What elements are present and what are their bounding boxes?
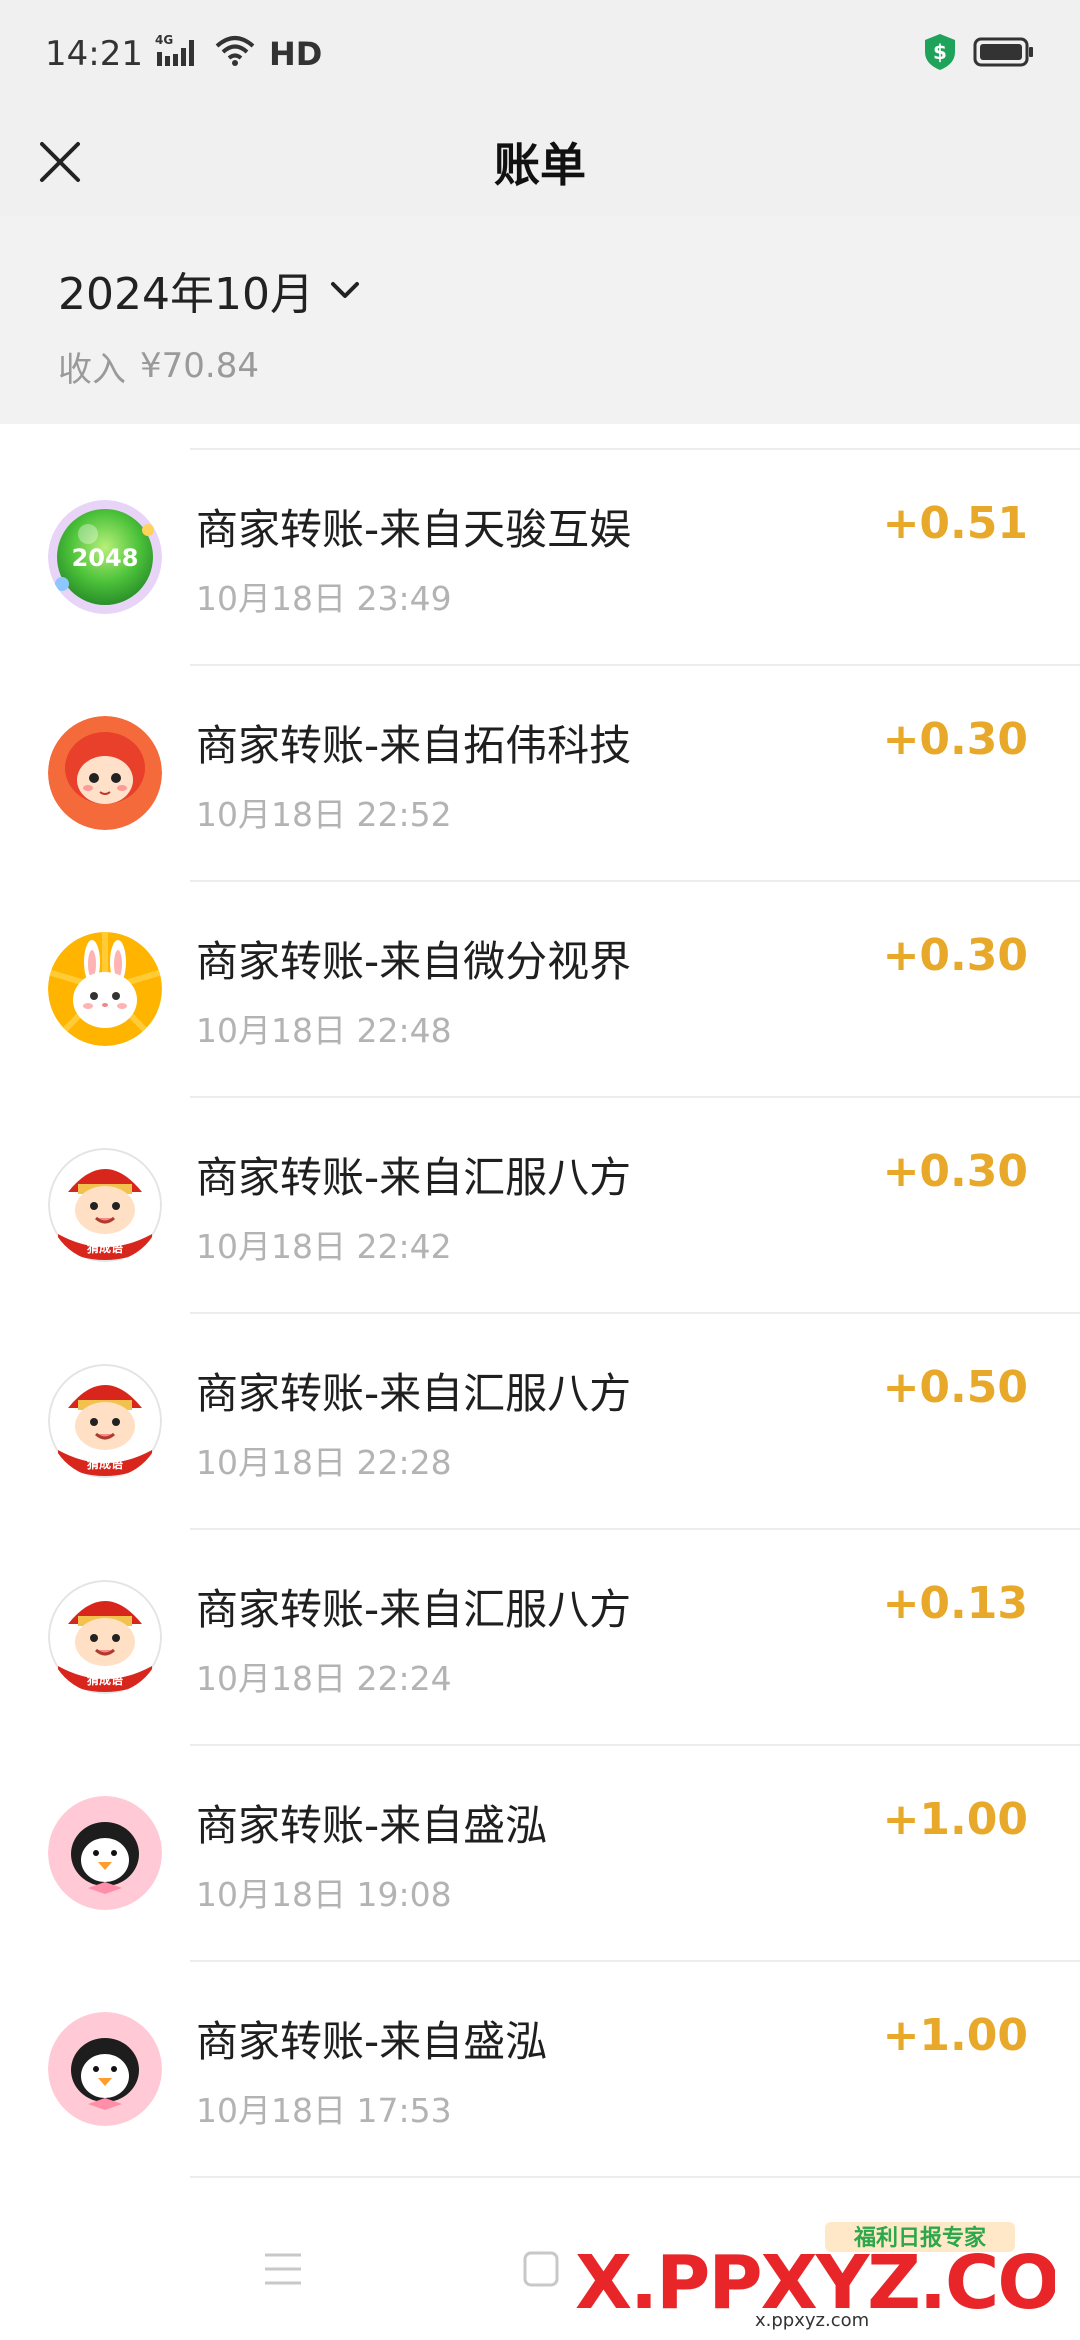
network-type-text: 4G bbox=[155, 33, 173, 47]
transaction-title: 商家转账-来自汇服八方 bbox=[196, 1585, 632, 1634]
transaction-amount: +0.30 bbox=[882, 714, 1028, 765]
transaction-amount: +0.30 bbox=[882, 930, 1028, 981]
recent-apps-button[interactable] bbox=[250, 2236, 316, 2302]
list-divider bbox=[190, 2176, 1080, 2178]
status-bar: 14:21 4G HD $ bbox=[0, 0, 1080, 108]
penguin-avatar bbox=[48, 2012, 162, 2126]
transaction-title: 商家转账-来自汇服八方 bbox=[196, 1153, 632, 1202]
game-2048-avatar: 2048 bbox=[48, 500, 162, 614]
transaction-time: 10月18日 19:08 bbox=[196, 1875, 452, 1914]
transaction-amount: +0.50 bbox=[882, 1362, 1028, 1413]
wifi-icon bbox=[213, 32, 257, 77]
transaction-row[interactable]: 商家转账-来自拓伟科技 10月18日 22:52 +0.30 bbox=[0, 666, 1080, 882]
red-doll-avatar bbox=[48, 716, 162, 830]
transaction-amount: +0.13 bbox=[882, 1578, 1028, 1629]
avatar-label: 猜成语 bbox=[86, 1240, 123, 1255]
boy-avatar: 猜成语 bbox=[48, 1580, 162, 1694]
month-summary: 2024年10月 收入 ¥70.84 bbox=[0, 216, 1080, 424]
transaction-title: 商家转账-来自盛泓 bbox=[196, 1801, 548, 1850]
watermark-logo: 福利日报专家 X.PPXYZ.COM x.ppxyz.com bbox=[575, 2220, 1080, 2331]
boy-avatar: 猜成语 bbox=[48, 1148, 162, 1262]
income-label: 收入 bbox=[58, 349, 126, 390]
transaction-title: 商家转账-来自汇服八方 bbox=[196, 1369, 632, 1418]
watermark-url: x.ppxyz.com bbox=[755, 2310, 869, 2330]
transaction-amount: +0.30 bbox=[882, 1146, 1028, 1197]
boy-avatar: 猜成语 bbox=[48, 1364, 162, 1478]
penguin-avatar bbox=[48, 1796, 162, 1910]
signal-icon: 4G bbox=[155, 32, 201, 77]
transaction-title: 商家转账-来自天骏互娱 bbox=[196, 505, 632, 554]
status-left: 14:21 4G HD bbox=[45, 32, 322, 76]
transaction-title: 商家转账-来自拓伟科技 bbox=[196, 721, 632, 770]
nav-bar: 账单 bbox=[0, 108, 1080, 216]
home-button[interactable] bbox=[508, 2236, 574, 2302]
transaction-time: 10月18日 22:28 bbox=[196, 1443, 452, 1482]
transaction-time: 10月18日 22:42 bbox=[196, 1227, 452, 1266]
battery-icon bbox=[973, 36, 1035, 72]
avatar-label: 猜成语 bbox=[86, 1672, 123, 1687]
avatar-label: 2048 bbox=[72, 544, 139, 572]
transaction-row[interactable]: 猜成语 商家转账-来自汇服八方 10月18日 22:28 +0.50 bbox=[0, 1314, 1080, 1530]
shield-symbol: $ bbox=[933, 40, 947, 64]
transaction-time: 10月18日 22:24 bbox=[196, 1659, 452, 1698]
close-button[interactable] bbox=[22, 124, 98, 200]
transaction-row[interactable]: 猜成语 商家转账-来自汇服八方 10月18日 22:24 +0.13 bbox=[0, 1530, 1080, 1746]
bunny-avatar bbox=[48, 932, 162, 1046]
menu-icon bbox=[265, 2253, 301, 2285]
security-shield-icon: $ bbox=[923, 32, 957, 76]
transaction-row[interactable]: 商家转账-来自盛泓 10月18日 17:53 +1.00 bbox=[0, 1962, 1080, 2178]
transaction-amount: +1.00 bbox=[882, 2010, 1028, 2061]
transaction-list: 2048 商家转账-来自天骏互娱 10月18日 23:49 +0.51 商家转账… bbox=[0, 424, 1080, 2194]
home-square-icon bbox=[523, 2251, 559, 2287]
transaction-row[interactable]: 2048 商家转账-来自天骏互娱 10月18日 23:49 +0.51 bbox=[0, 450, 1080, 666]
chevron-down-icon bbox=[330, 282, 359, 298]
transaction-time: 10月18日 17:53 bbox=[196, 2091, 452, 2130]
transaction-amount: +1.00 bbox=[882, 1794, 1028, 1845]
system-nav-bar: 福利日报专家 X.PPXYZ.COM x.ppxyz.com bbox=[0, 2194, 1080, 2340]
page-title: 账单 bbox=[494, 138, 586, 192]
transaction-time: 10月18日 22:48 bbox=[196, 1011, 452, 1050]
month-label: 2024年10月 bbox=[58, 269, 314, 320]
status-time: 14:21 bbox=[45, 34, 143, 74]
transaction-amount: +0.51 bbox=[882, 498, 1028, 549]
avatar-label: 猜成语 bbox=[86, 1456, 123, 1471]
transaction-row[interactable]: 商家转账-来自盛泓 10月18日 19:08 +1.00 bbox=[0, 1746, 1080, 1962]
transaction-row[interactable]: 商家转账-来自微分视界 10月18日 22:48 +0.30 bbox=[0, 882, 1080, 1098]
transaction-title: 商家转账-来自微分视界 bbox=[196, 937, 632, 986]
status-right: $ bbox=[923, 32, 1035, 76]
month-selector[interactable]: 2024年10月 bbox=[58, 258, 360, 322]
income-value: ¥70.84 bbox=[140, 346, 259, 386]
transaction-row[interactable]: 猜成语 商家转账-来自汇服八方 10月18日 22:42 +0.30 bbox=[0, 1098, 1080, 1314]
transaction-time: 10月18日 22:52 bbox=[196, 795, 452, 834]
close-icon bbox=[40, 142, 80, 182]
transaction-time: 10月18日 23:49 bbox=[196, 579, 452, 618]
transaction-title: 商家转账-来自盛泓 bbox=[196, 2017, 548, 2066]
income-summary: 收入 ¥70.84 bbox=[58, 336, 259, 396]
hd-label: HD bbox=[268, 35, 323, 73]
